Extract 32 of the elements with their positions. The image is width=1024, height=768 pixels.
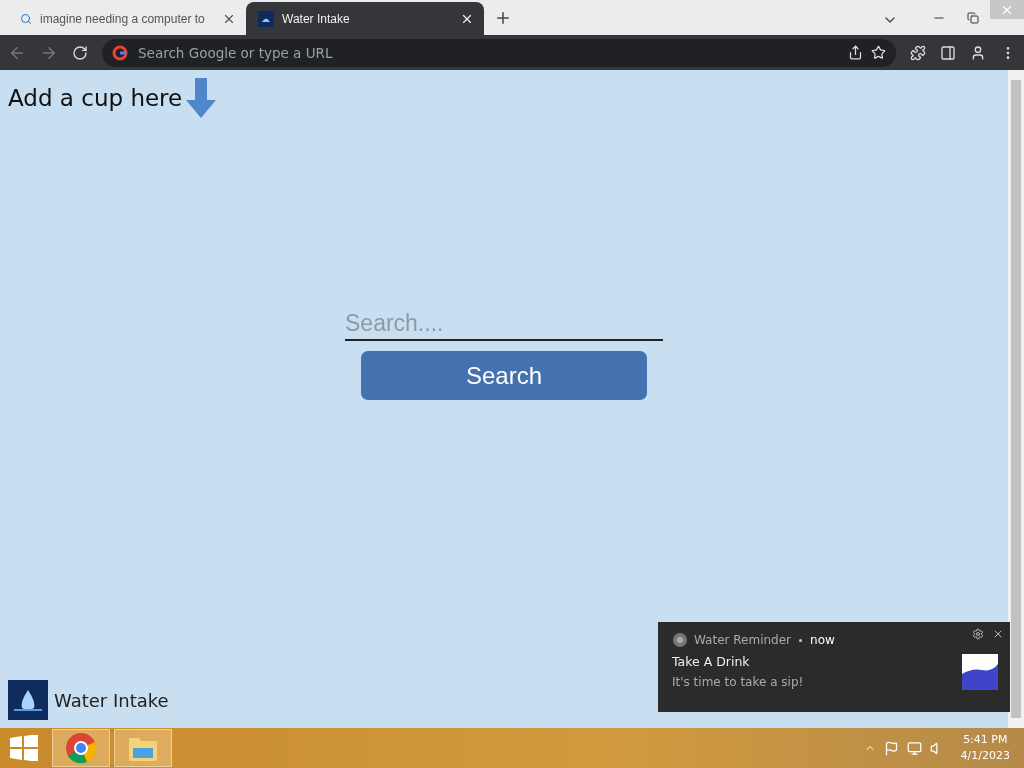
- browser-tab[interactable]: imagine needing a computer to: [8, 2, 246, 35]
- notification-title: Take A Drink: [672, 654, 751, 669]
- time-label: now: [810, 633, 835, 647]
- search-button[interactable]: Search: [361, 351, 647, 400]
- network-icon[interactable]: [906, 740, 922, 756]
- reload-icon[interactable]: [72, 44, 88, 61]
- star-icon[interactable]: [871, 45, 886, 60]
- notification[interactable]: Water Reminder now Take A Drink It's time to take a sip!: [658, 622, 1010, 712]
- search-icon: [20, 12, 32, 25]
- profile-icon[interactable]: [970, 44, 986, 61]
- flag-icon[interactable]: [883, 740, 899, 756]
- side-panel-icon[interactable]: [940, 44, 956, 61]
- search-field[interactable]: Search....: [345, 308, 663, 341]
- restore-icon[interactable]: [967, 11, 979, 24]
- extensions-icon[interactable]: [910, 44, 926, 61]
- arrow-down-icon: [186, 78, 217, 118]
- address-bar[interactable]: Search Google or type a URL: [102, 38, 896, 67]
- new-tab-icon[interactable]: [494, 9, 512, 27]
- bullet-icon: [799, 638, 803, 642]
- brand-name: Water Intake: [54, 690, 169, 711]
- app-name: Water Reminder: [694, 633, 792, 647]
- notification-body: It's time to take a sip!: [672, 675, 805, 689]
- settings-icon[interactable]: [972, 628, 984, 640]
- g-logo-icon: [112, 44, 128, 61]
- close-icon[interactable]: [992, 628, 1004, 640]
- heading: Add a cup here: [8, 85, 183, 111]
- chrome-icon[interactable]: [52, 729, 110, 767]
- chrome-icon: [672, 632, 688, 648]
- water-logo-icon: [8, 680, 48, 720]
- water-logo-icon: [258, 10, 274, 27]
- share-icon[interactable]: [848, 45, 863, 60]
- browser-tab[interactable]: Water Intake: [246, 2, 484, 35]
